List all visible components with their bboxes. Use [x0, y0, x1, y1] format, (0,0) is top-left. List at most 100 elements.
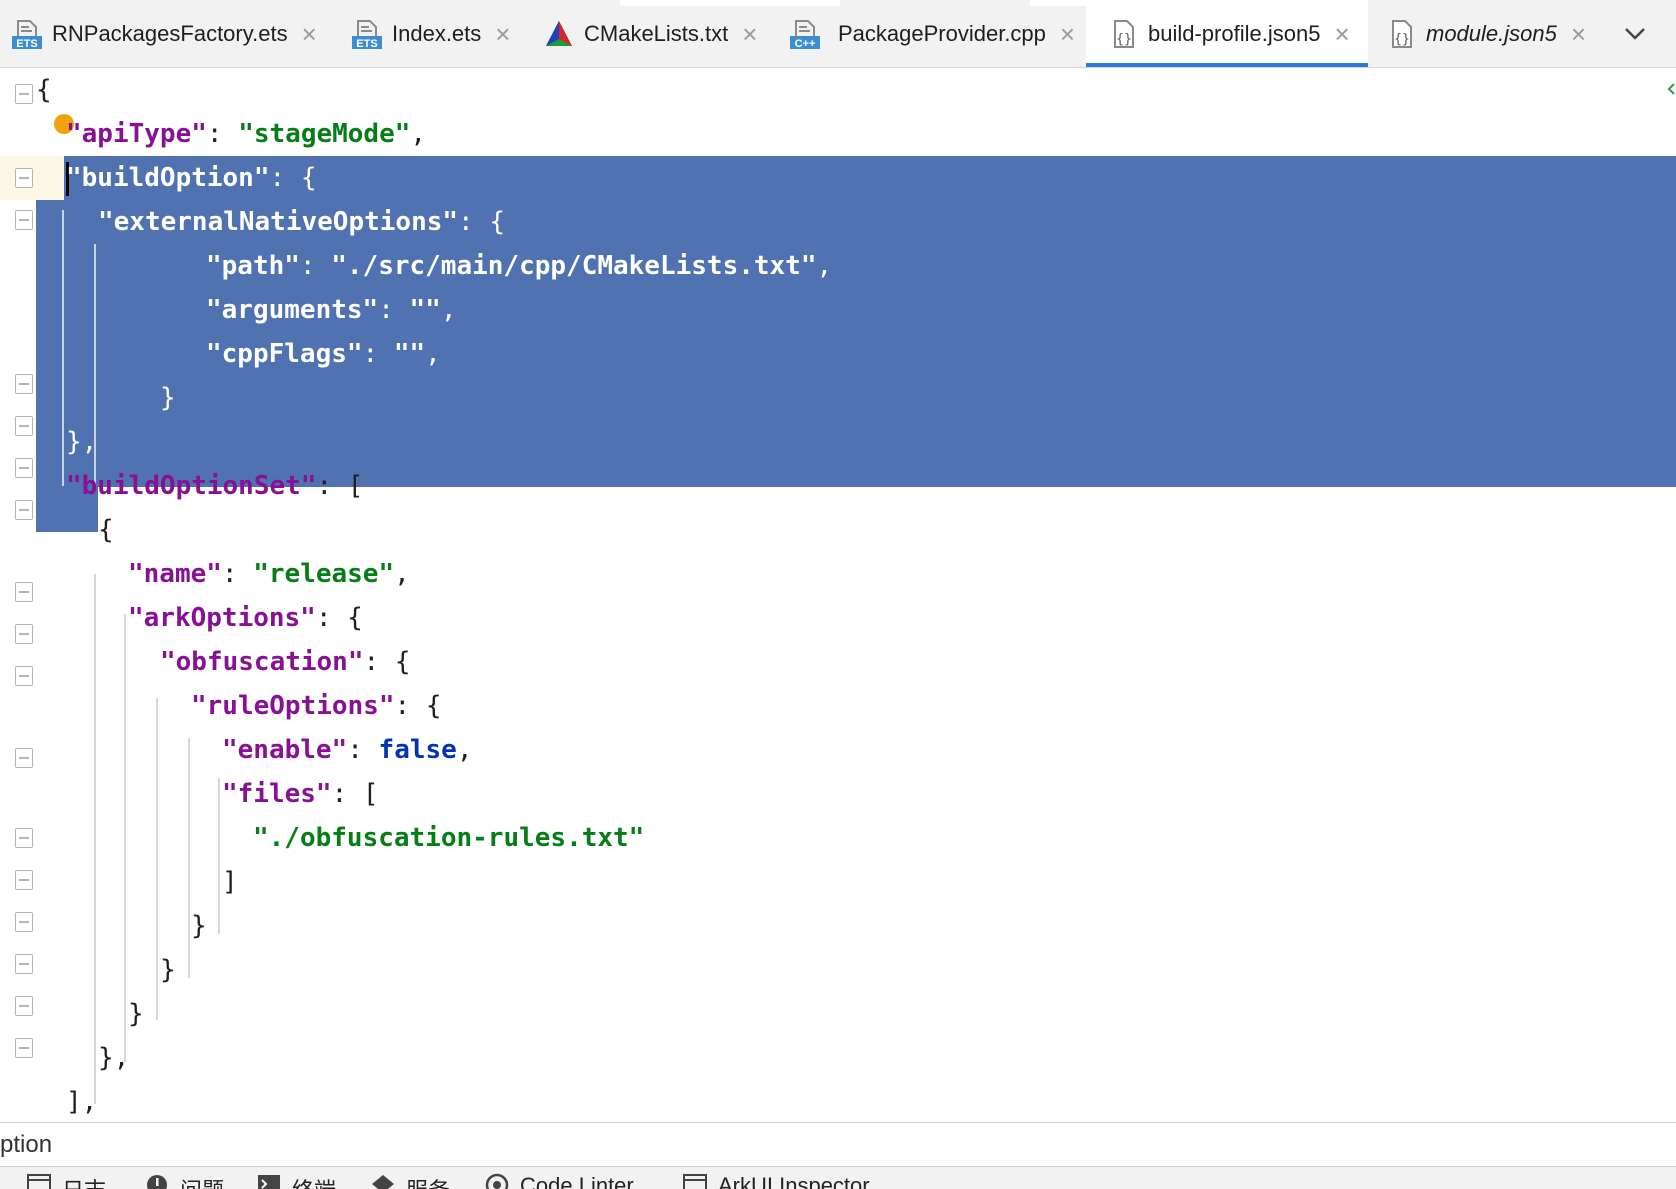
code-line: "./obfuscation-rules.txt" [253, 823, 645, 853]
code-line: }, [98, 1043, 130, 1073]
code-line: "externalNativeOptions": { [98, 207, 505, 237]
cpp-file-icon: C++ [790, 19, 820, 50]
tool-label: 终端 [292, 1173, 336, 1189]
close-icon[interactable]: × [742, 21, 757, 47]
code-line: { [36, 75, 52, 105]
fold-marker[interactable] [15, 912, 33, 932]
close-icon[interactable]: × [302, 21, 317, 47]
tab-rnpackagesfactory[interactable]: ETS RNPackagesFactory.ets × [12, 0, 317, 67]
tab-label: CMakeLists.txt [584, 20, 729, 46]
fold-marker[interactable] [15, 84, 33, 104]
tab-cmakelists[interactable]: CMakeLists.txt × [544, 0, 757, 67]
ets-file-icon: ETS [12, 19, 42, 50]
fold-marker[interactable] [15, 828, 33, 848]
indent-guide [124, 614, 126, 1062]
code-line: } [160, 383, 176, 413]
fold-marker[interactable] [15, 870, 33, 890]
code-line: ] [222, 867, 238, 897]
code-editor[interactable]: { "apiType": "stageMode", "buildOption":… [0, 68, 1676, 1122]
cpp-icon-text: C++ [795, 38, 816, 49]
tool-button-arkui-inspector[interactable]: ArkUI Inspector [682, 1173, 870, 1189]
tool-button-problems[interactable]: 问题 [144, 1173, 224, 1189]
breadcrumb[interactable]: ption [0, 1122, 1676, 1167]
tab-label: PackageProvider.cpp [838, 20, 1046, 46]
code-line: } [160, 955, 176, 985]
code-line: "enable": false, [222, 735, 473, 765]
tool-label: 服务 [406, 1173, 450, 1189]
fold-marker[interactable] [15, 748, 33, 768]
indent-guide [188, 738, 190, 978]
ets-icon-text: ETS [356, 38, 377, 49]
checkmark-icon [1666, 82, 1676, 96]
tool-button-log[interactable]: 日志 [26, 1173, 106, 1189]
tool-label: ArkUI Inspector [718, 1173, 870, 1189]
cmake-file-icon [544, 19, 574, 49]
svg-text:{}: {} [1394, 32, 1410, 47]
code-line: "arguments": "", [206, 295, 457, 325]
close-icon[interactable]: × [1334, 21, 1349, 47]
arkui-inspector-icon [682, 1173, 708, 1189]
tab-label: build-profile.json5 [1148, 20, 1321, 46]
indent-guide [156, 698, 158, 1020]
ets-file-icon: ETS [352, 19, 382, 50]
ets-icon-text: ETS [16, 38, 37, 49]
services-icon [370, 1173, 396, 1189]
code-line: "path": "./src/main/cpp/CMakeLists.txt", [206, 251, 833, 281]
indent-guide [218, 862, 220, 934]
fold-marker[interactable] [15, 624, 33, 644]
close-icon[interactable]: × [495, 21, 510, 47]
tab-label: Index.ets [392, 20, 482, 46]
code-line: "name": "release", [128, 559, 410, 589]
code-line: "ruleOptions": { [191, 691, 442, 721]
fold-marker[interactable] [15, 374, 33, 394]
code-line: "obfuscation": { [160, 647, 411, 677]
tab-packageprovider[interactable]: C++ PackageProvider.cpp × [790, 0, 1075, 67]
json5-file-icon: {} [1108, 19, 1138, 49]
tool-label: 日志 [62, 1173, 106, 1189]
json5-file-icon: {} [1386, 19, 1416, 49]
code-line: { [98, 515, 114, 545]
tool-button-code-linter[interactable]: Code Linter [484, 1173, 634, 1189]
tool-button-terminal[interactable]: 终端 [256, 1173, 336, 1189]
code-linter-icon [484, 1173, 510, 1189]
code-line: }, [66, 427, 98, 457]
editor-tab-bar: ETS RNPackagesFactory.ets × ETS Index.et… [0, 0, 1676, 68]
fold-marker[interactable] [15, 500, 33, 520]
code-line: ], [66, 1087, 98, 1117]
tab-label: RNPackagesFactory.ets [52, 20, 288, 46]
fold-marker[interactable] [15, 582, 33, 602]
code-line: "buildOptionSet": [ [66, 471, 364, 501]
fold-marker[interactable] [15, 416, 33, 436]
code-line: } [191, 911, 207, 941]
tab-module-json5[interactable]: {} module.json5 × [1386, 0, 1586, 67]
chevron-down-icon[interactable] [1610, 0, 1660, 67]
code-line: "cppFlags": "", [206, 339, 441, 369]
tab-build-profile[interactable]: {} build-profile.json5 × [1086, 0, 1368, 67]
tab-index[interactable]: ETS Index.ets × [352, 0, 510, 67]
fold-marker[interactable] [15, 1038, 33, 1058]
code-line: } [128, 999, 144, 1029]
indent-guide [62, 210, 64, 486]
tool-label: 问题 [180, 1173, 224, 1189]
fold-marker[interactable] [15, 458, 33, 478]
tool-button-services[interactable]: 服务 [370, 1173, 450, 1189]
fold-marker[interactable] [15, 168, 33, 188]
svg-text:{}: {} [1116, 32, 1132, 47]
indent-guide [94, 574, 96, 1104]
tool-window-bar: 日志 问题 终端 服务 Code Linter ArkUI Inspector [0, 1166, 1676, 1189]
close-icon[interactable]: × [1060, 21, 1075, 47]
fold-marker[interactable] [15, 210, 33, 230]
fold-marker[interactable] [15, 996, 33, 1016]
breadcrumb-item[interactable]: ption [0, 1131, 52, 1158]
tab-label: module.json5 [1426, 20, 1557, 46]
code-line: "files": [ [222, 779, 379, 809]
close-icon[interactable]: × [1571, 21, 1586, 47]
problems-icon [144, 1173, 170, 1189]
fold-marker[interactable] [15, 954, 33, 974]
code-line: "buildOption": { [66, 163, 317, 193]
terminal-icon [256, 1173, 282, 1189]
log-icon [26, 1173, 52, 1189]
tool-label: Code Linter [520, 1173, 634, 1189]
code-line: "apiType": "stageMode", [66, 119, 427, 149]
fold-marker[interactable] [15, 666, 33, 686]
